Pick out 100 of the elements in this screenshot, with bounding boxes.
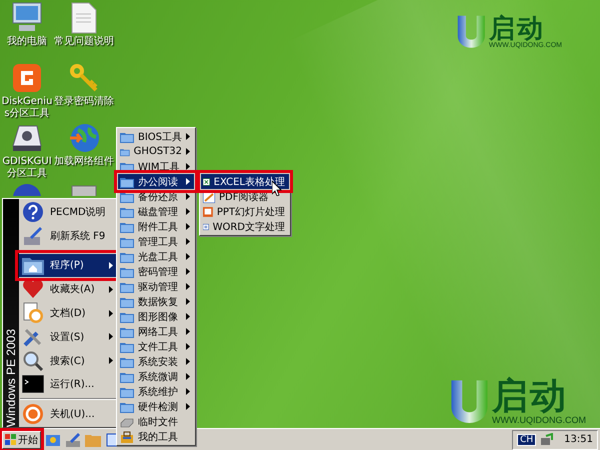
toolbox-icon — [120, 430, 134, 442]
menu-item[interactable]: 系统微调 — [118, 369, 194, 384]
submenu-arrow-icon — [186, 133, 190, 140]
search-icon — [22, 350, 44, 372]
folder-icon — [120, 310, 134, 322]
folder-icon — [120, 356, 134, 368]
menu-item[interactable]: 磁盘管理 — [118, 204, 194, 219]
logo-url: WWW.UQIDONG.COM — [492, 415, 586, 425]
submenu-arrow-icon — [186, 193, 190, 200]
start-menu-item[interactable]: 设置(S) — [19, 324, 117, 349]
folder-icon — [120, 206, 134, 218]
submenu-arrow-icon — [186, 253, 190, 260]
menu-item[interactable]: 图形图像 — [118, 309, 194, 324]
menu-item[interactable]: 密码管理 — [118, 264, 194, 279]
submenu-arrow-icon — [186, 208, 190, 215]
submenu-arrow-icon — [186, 268, 190, 275]
start-button[interactable]: 开始 — [2, 430, 41, 448]
language-indicator[interactable]: CH — [517, 434, 536, 446]
start-menu-item[interactable]: 关机(U)... — [19, 402, 117, 426]
menu-item[interactable]: 办公阅读 — [118, 174, 194, 189]
start-menu-item[interactable]: 文档(D) — [19, 301, 117, 325]
submenu-arrow-icon — [186, 178, 190, 185]
spreadsheet-icon — [203, 176, 210, 188]
computer-icon — [10, 2, 44, 34]
folder-icon — [120, 220, 134, 232]
submenu-arrow-icon — [186, 148, 190, 155]
menu-item[interactable]: GHOST32 — [118, 144, 194, 159]
submenu-arrow-icon — [186, 373, 190, 380]
menu-item[interactable]: 系统安装 — [118, 354, 194, 369]
submenu-arrow-icon — [186, 403, 190, 410]
submenu-arrow-icon — [109, 262, 113, 269]
folder-icon — [120, 280, 134, 292]
folder-icon — [120, 160, 134, 172]
folder-icon — [120, 400, 134, 412]
submenu-arrow-icon — [186, 388, 190, 395]
brush-icon — [22, 224, 44, 247]
menu-item[interactable]: 驱动管理 — [118, 279, 194, 294]
logo-title: 启动 — [492, 379, 568, 415]
submenu-arrow-icon — [186, 313, 190, 320]
menu-item[interactable]: 硬件检测 — [118, 399, 194, 414]
folder-icon — [120, 236, 134, 248]
folder-icon — [120, 296, 134, 308]
start-menu-item[interactable]: 程序(P) — [19, 254, 117, 278]
folder-icon — [120, 266, 134, 278]
submenu-arrow-icon — [186, 163, 190, 170]
help-icon — [22, 200, 44, 223]
menu-item[interactable]: 我的工具 — [118, 429, 194, 444]
heart-icon — [22, 279, 44, 300]
start-menu-item[interactable]: 搜索(C) — [19, 348, 117, 372]
menu-item[interactable]: WORD文字处理 — [201, 219, 289, 234]
submenu-arrow-icon — [186, 358, 190, 365]
submenu-arrow-icon — [186, 283, 190, 290]
help-icon — [11, 182, 43, 196]
folder-icon — [120, 340, 134, 352]
banner-label: Windows PE 2003 — [4, 328, 18, 427]
folder-icon — [120, 370, 134, 382]
start-menu-item[interactable]: 收藏夹(A) — [19, 277, 117, 302]
start-menu-item[interactable]: 运行(R)... — [19, 372, 117, 396]
start-menu-item[interactable]: PECMD说明 — [19, 200, 117, 224]
menu-item[interactable]: 系统维护 — [118, 384, 194, 399]
logo-title: 启动 — [488, 16, 545, 42]
menu-item[interactable]: 网络工具 — [118, 324, 194, 339]
menu-item[interactable]: 临时文件 — [118, 414, 194, 429]
submenu-arrow-icon — [186, 328, 190, 335]
slides-icon — [203, 206, 213, 218]
submenu-arrow-icon — [109, 310, 113, 317]
menu-item[interactable]: 文件工具 — [118, 339, 194, 354]
submenu-arrow-icon — [186, 298, 190, 305]
clock: 13:51 — [564, 434, 593, 445]
logo-icon — [449, 378, 490, 426]
windows-logo-icon — [5, 434, 16, 445]
menu-item[interactable]: 数据恢复 — [118, 294, 194, 309]
brush-icon[interactable] — [65, 432, 81, 448]
folder-icon — [120, 176, 134, 188]
submenu-arrow-icon — [186, 343, 190, 350]
power-icon — [22, 403, 44, 426]
submenu-arrow-icon — [109, 357, 113, 364]
logo-icon — [456, 14, 487, 50]
menu-item[interactable]: 光盘工具 — [118, 249, 194, 264]
globe-icon — [68, 122, 100, 154]
folder-icon — [120, 130, 134, 142]
folder-icon — [120, 326, 134, 338]
submenu-arrow-icon — [109, 333, 113, 340]
submenu-arrow-icon — [186, 238, 190, 245]
folder-icon — [120, 190, 134, 202]
menu-item[interactable]: 附件工具 — [118, 219, 194, 234]
document-clock-icon — [22, 302, 44, 324]
network-icon[interactable] — [540, 432, 554, 446]
menu-item[interactable]: BIOS工具 — [118, 129, 194, 144]
document-icon — [71, 2, 97, 34]
menu-item[interactable]: PPT幻灯片处理 — [201, 204, 289, 219]
menu-item[interactable]: 管理工具 — [118, 234, 194, 249]
folder-icon — [120, 250, 134, 262]
start-menu-item[interactable]: 刷新系统 F9 — [19, 224, 117, 248]
disk-tool-icon — [11, 62, 43, 94]
folder-icon — [120, 386, 134, 398]
key-icon — [68, 62, 100, 94]
document-icon — [203, 190, 215, 202]
folder-icon — [22, 255, 44, 276]
submenu-arrow-icon — [186, 223, 190, 230]
